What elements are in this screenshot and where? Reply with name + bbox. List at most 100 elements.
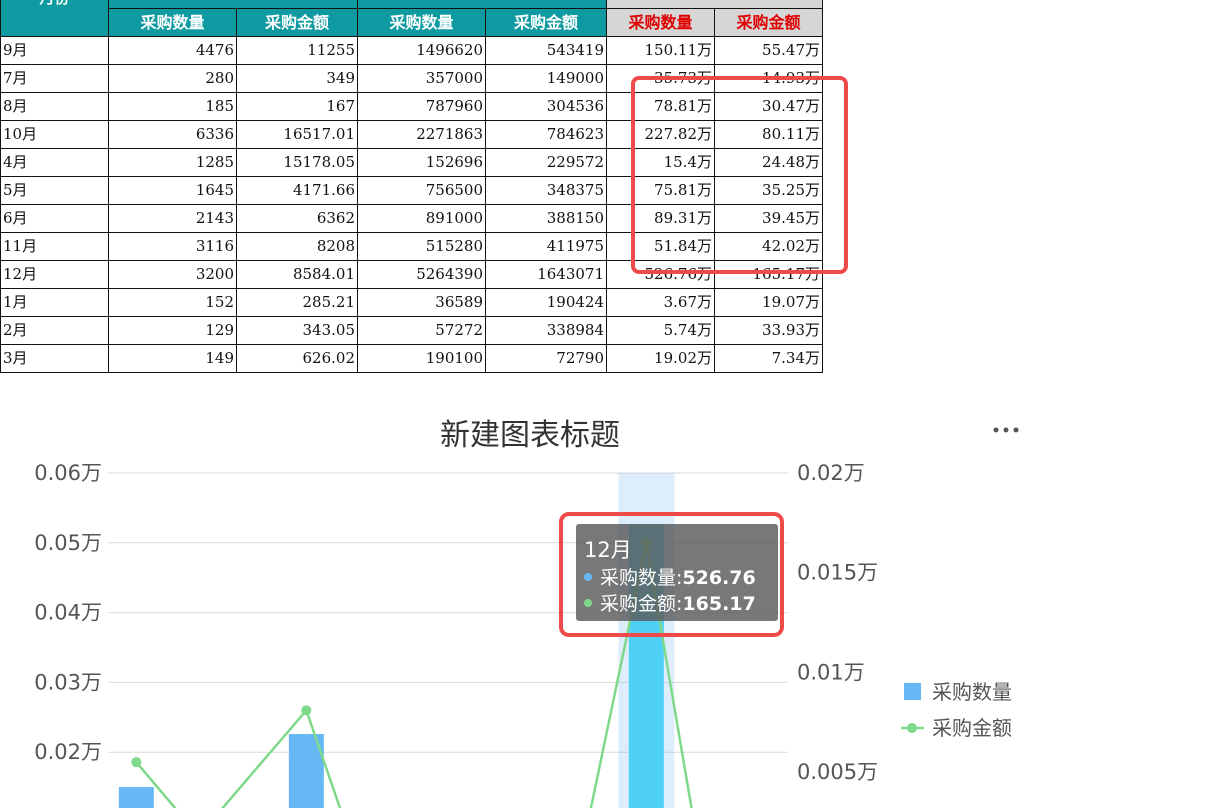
- value-cell[interactable]: 891000: [357, 204, 486, 233]
- value-cell[interactable]: 357000: [357, 64, 486, 93]
- group-header-1[interactable]: [108, 0, 358, 9]
- value-cell[interactable]: 280: [108, 64, 237, 93]
- group-header-2[interactable]: [357, 0, 607, 9]
- value-cell[interactable]: 5264390: [357, 260, 486, 289]
- value-cell[interactable]: 526.76万: [606, 260, 715, 289]
- col-header[interactable]: 采购数量: [606, 8, 715, 37]
- value-cell[interactable]: 8584.01: [236, 260, 358, 289]
- value-cell[interactable]: 57272: [357, 316, 486, 345]
- value-cell[interactable]: 16517.01: [236, 120, 358, 149]
- value-cell[interactable]: 51.84万: [606, 232, 715, 261]
- col-header[interactable]: 采购数量: [108, 8, 237, 37]
- group-header-3[interactable]: [606, 0, 823, 9]
- value-cell[interactable]: 3200: [108, 260, 237, 289]
- legend-item-quantity[interactable]: 采购数量: [904, 680, 1012, 704]
- value-cell[interactable]: 167: [236, 92, 358, 121]
- value-cell[interactable]: 42.02万: [714, 232, 823, 261]
- value-cell[interactable]: 35.25万: [714, 176, 823, 205]
- month-cell[interactable]: 1月: [0, 288, 109, 317]
- month-cell[interactable]: 5月: [0, 176, 109, 205]
- bar-mark[interactable]: [118, 787, 154, 808]
- value-cell[interactable]: 388150: [485, 204, 607, 233]
- month-cell[interactable]: 7月: [0, 64, 109, 93]
- value-cell[interactable]: 19.07万: [714, 288, 823, 317]
- value-cell[interactable]: 1645: [108, 176, 237, 205]
- value-cell[interactable]: 787960: [357, 92, 486, 121]
- value-cell[interactable]: 756500: [357, 176, 486, 205]
- value-cell[interactable]: 4476: [108, 36, 237, 65]
- month-header[interactable]: 月份: [0, 0, 109, 37]
- value-cell[interactable]: 15.4万: [606, 148, 715, 177]
- value-cell[interactable]: 150.11万: [606, 36, 715, 65]
- value-cell[interactable]: 285.21: [236, 288, 358, 317]
- value-cell[interactable]: 2271863: [357, 120, 486, 149]
- value-cell[interactable]: 338984: [485, 316, 607, 345]
- value-cell[interactable]: 152696: [357, 148, 486, 177]
- value-cell[interactable]: 190424: [485, 288, 607, 317]
- value-cell[interactable]: 33.93万: [714, 316, 823, 345]
- value-cell[interactable]: 411975: [485, 232, 607, 261]
- value-cell[interactable]: 152: [108, 288, 237, 317]
- value-cell[interactable]: 149000: [485, 64, 607, 93]
- value-cell[interactable]: 626.02: [236, 344, 358, 373]
- value-cell[interactable]: 304536: [485, 92, 607, 121]
- value-cell[interactable]: 1285: [108, 148, 237, 177]
- value-cell[interactable]: 349: [236, 64, 358, 93]
- value-cell[interactable]: 7.34万: [714, 344, 823, 373]
- line-point[interactable]: [131, 757, 142, 768]
- month-cell[interactable]: 3月: [0, 344, 109, 373]
- value-cell[interactable]: 78.81万: [606, 92, 715, 121]
- value-cell[interactable]: 227.82万: [606, 120, 715, 149]
- value-cell[interactable]: 6336: [108, 120, 237, 149]
- month-cell[interactable]: 10月: [0, 120, 109, 149]
- value-cell[interactable]: 348375: [485, 176, 607, 205]
- value-cell[interactable]: 39.45万: [714, 204, 823, 233]
- value-cell[interactable]: 24.48万: [714, 148, 823, 177]
- month-cell[interactable]: 11月: [0, 232, 109, 261]
- value-cell[interactable]: 80.11万: [714, 120, 823, 149]
- value-cell[interactable]: 19.02万: [606, 344, 715, 373]
- value-cell[interactable]: 3116: [108, 232, 237, 261]
- value-cell[interactable]: 543419: [485, 36, 607, 65]
- value-cell[interactable]: 149: [108, 344, 237, 373]
- value-cell[interactable]: 15178.05: [236, 148, 358, 177]
- value-cell[interactable]: 343.05: [236, 316, 358, 345]
- month-cell[interactable]: 6月: [0, 204, 109, 233]
- value-cell[interactable]: 8208: [236, 232, 358, 261]
- month-cell[interactable]: 2月: [0, 316, 109, 345]
- legend-item-amount[interactable]: 采购金额: [901, 716, 1012, 740]
- value-cell[interactable]: 515280: [357, 232, 486, 261]
- col-header[interactable]: 采购金额: [485, 8, 607, 37]
- value-cell[interactable]: 89.31万: [606, 204, 715, 233]
- more-dots-icon[interactable]: [993, 427, 1019, 433]
- value-cell[interactable]: 165.17万: [714, 260, 823, 289]
- value-cell[interactable]: 5.74万: [606, 316, 715, 345]
- col-header[interactable]: 采购数量: [357, 8, 486, 37]
- value-cell[interactable]: 3.67万: [606, 288, 715, 317]
- value-cell[interactable]: 14.93万: [714, 64, 823, 93]
- value-cell[interactable]: 1643071: [485, 260, 607, 289]
- value-cell[interactable]: 72790: [485, 344, 607, 373]
- value-cell[interactable]: 129: [108, 316, 237, 345]
- value-cell[interactable]: 36589: [357, 288, 486, 317]
- col-header[interactable]: 采购金额: [236, 8, 358, 37]
- value-cell[interactable]: 1496620: [357, 36, 486, 65]
- line-point[interactable]: [301, 705, 312, 716]
- value-cell[interactable]: 30.47万: [714, 92, 823, 121]
- value-cell[interactable]: 11255: [236, 36, 358, 65]
- value-cell[interactable]: 55.47万: [714, 36, 823, 65]
- value-cell[interactable]: 35.73万: [606, 64, 715, 93]
- value-cell[interactable]: 190100: [357, 344, 486, 373]
- value-cell[interactable]: 185: [108, 92, 237, 121]
- value-cell[interactable]: 229572: [485, 148, 607, 177]
- month-cell[interactable]: 4月: [0, 148, 109, 177]
- value-cell[interactable]: 2143: [108, 204, 237, 233]
- month-cell[interactable]: 12月: [0, 260, 109, 289]
- value-cell[interactable]: 784623: [485, 120, 607, 149]
- month-cell[interactable]: 9月: [0, 36, 109, 65]
- value-cell[interactable]: 4171.66: [236, 176, 358, 205]
- col-header[interactable]: 采购金额: [714, 8, 823, 37]
- value-cell[interactable]: 6362: [236, 204, 358, 233]
- value-cell[interactable]: 75.81万: [606, 176, 715, 205]
- month-cell[interactable]: 8月: [0, 92, 109, 121]
